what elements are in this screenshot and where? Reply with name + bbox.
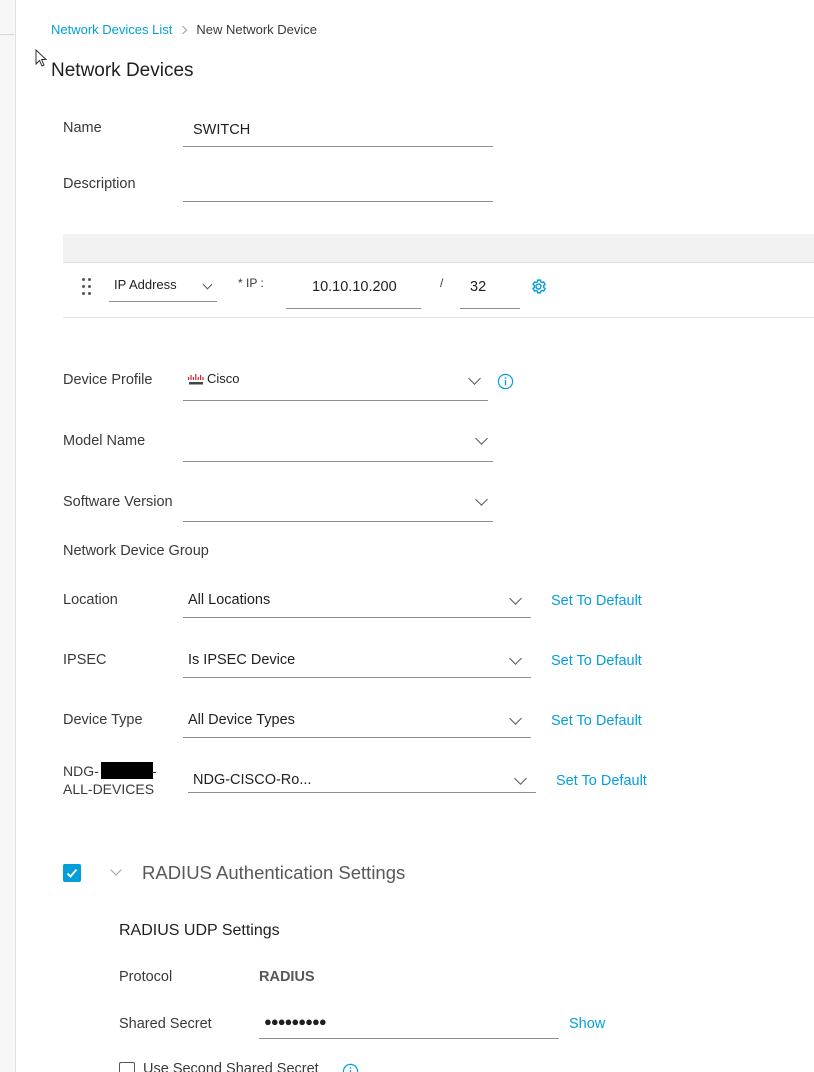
info-icon[interactable]	[342, 1063, 359, 1072]
ip-row-divider	[63, 317, 814, 318]
chevron-down-icon[interactable]	[509, 712, 522, 725]
device-type-set-default-link[interactable]: Set To Default	[551, 713, 642, 729]
ip-mask-separator: /	[440, 276, 444, 290]
model-name-select[interactable]	[193, 433, 463, 453]
chevron-down-icon[interactable]	[475, 432, 488, 445]
ip-header-band	[63, 234, 814, 263]
breadcrumb-link-network-devices-list[interactable]: Network Devices List	[51, 22, 172, 37]
location-select[interactable]: All Locations	[188, 592, 270, 608]
model-name-underline	[183, 461, 493, 462]
ip-address-input[interactable]: 10.10.10.200	[312, 279, 397, 295]
ip-mask-input[interactable]: 32	[470, 279, 486, 295]
ip-type-underline	[109, 301, 217, 302]
show-secret-link[interactable]: Show	[569, 1016, 605, 1032]
info-icon[interactable]	[497, 373, 514, 390]
description-input-underline	[183, 201, 493, 202]
ndg-custom-select[interactable]: NDG-CISCO-Ro...	[193, 772, 311, 788]
ndg-custom-set-default-link[interactable]: Set To Default	[556, 773, 647, 789]
device-type-select[interactable]: All Device Types	[188, 712, 295, 728]
software-version-underline	[183, 521, 493, 522]
shared-secret-input[interactable]: ●●●●●●●●●	[264, 1014, 327, 1029]
location-underline	[183, 617, 531, 618]
ndg-custom-underline	[188, 792, 536, 793]
chevron-down-icon[interactable]	[509, 592, 522, 605]
breadcrumb-current: New Network Device	[196, 22, 318, 37]
model-name-label: Model Name	[63, 433, 146, 449]
left-rail	[0, 0, 16, 1072]
chevron-down-icon[interactable]	[514, 772, 527, 785]
ip-mask-underline	[460, 308, 520, 309]
chevron-down-icon[interactable]	[509, 652, 522, 665]
shared-secret-label: Shared Secret	[119, 1016, 212, 1032]
breadcrumb: Network Devices List New Network Device	[51, 22, 317, 37]
device-type-label: Device Type	[63, 712, 143, 728]
mouse-pointer-icon	[35, 49, 47, 67]
device-profile-underline	[183, 400, 488, 401]
name-label: Name	[63, 120, 102, 136]
ndg-custom-label-line2: ALL-DEVICES	[63, 781, 155, 797]
chevron-down-icon[interactable]	[110, 864, 122, 876]
name-input-underline	[183, 146, 493, 147]
description-input[interactable]	[193, 178, 493, 198]
drag-handle-icon[interactable]	[82, 278, 92, 296]
ipsec-set-default-link[interactable]: Set To Default	[551, 653, 642, 669]
software-version-select[interactable]	[193, 494, 463, 514]
rail-divider	[0, 34, 14, 35]
ndg-custom-label-suffix: -	[152, 763, 157, 779]
location-set-default-link[interactable]: Set To Default	[551, 593, 642, 609]
ndg-custom-label-line1: NDG-	[63, 763, 99, 779]
radius-section-title[interactable]: RADIUS Authentication Settings	[142, 862, 405, 884]
second-secret-label: Use Second Shared Secret	[143, 1061, 319, 1072]
shared-secret-underline	[259, 1038, 559, 1039]
gear-icon[interactable]	[530, 278, 547, 295]
chevron-down-icon[interactable]	[202, 279, 213, 290]
cisco-logo-icon	[188, 374, 204, 385]
protocol-label: Protocol	[119, 969, 173, 985]
chevron-down-icon[interactable]	[468, 372, 481, 385]
device-profile-label: Device Profile	[63, 372, 153, 388]
page-title: Network Devices	[51, 60, 194, 81]
ipsec-label: IPSEC	[63, 652, 107, 668]
ip-address-underline	[286, 308, 421, 309]
chevron-right-icon	[179, 25, 188, 34]
radius-udp-title: RADIUS UDP Settings	[119, 922, 280, 939]
location-label: Location	[63, 592, 118, 608]
ipsec-select[interactable]: Is IPSEC Device	[188, 652, 295, 668]
software-version-label: Software Version	[63, 494, 173, 510]
device-profile-select[interactable]: Cisco	[207, 371, 240, 386]
description-label: Description	[63, 176, 136, 192]
ip-label: * IP :	[238, 276, 264, 290]
name-input[interactable]: SWITCH	[193, 122, 250, 138]
ip-type-select[interactable]: IP Address	[114, 277, 177, 292]
chevron-down-icon[interactable]	[475, 493, 488, 506]
protocol-value: RADIUS	[259, 969, 315, 985]
redaction-bar	[101, 762, 153, 779]
ipsec-underline	[183, 677, 531, 678]
radius-enable-checkbox[interactable]	[63, 864, 81, 882]
check-icon	[66, 868, 78, 878]
network-device-group-heading: Network Device Group	[63, 543, 209, 559]
device-type-underline	[183, 737, 531, 738]
second-secret-checkbox[interactable]	[119, 1062, 135, 1072]
